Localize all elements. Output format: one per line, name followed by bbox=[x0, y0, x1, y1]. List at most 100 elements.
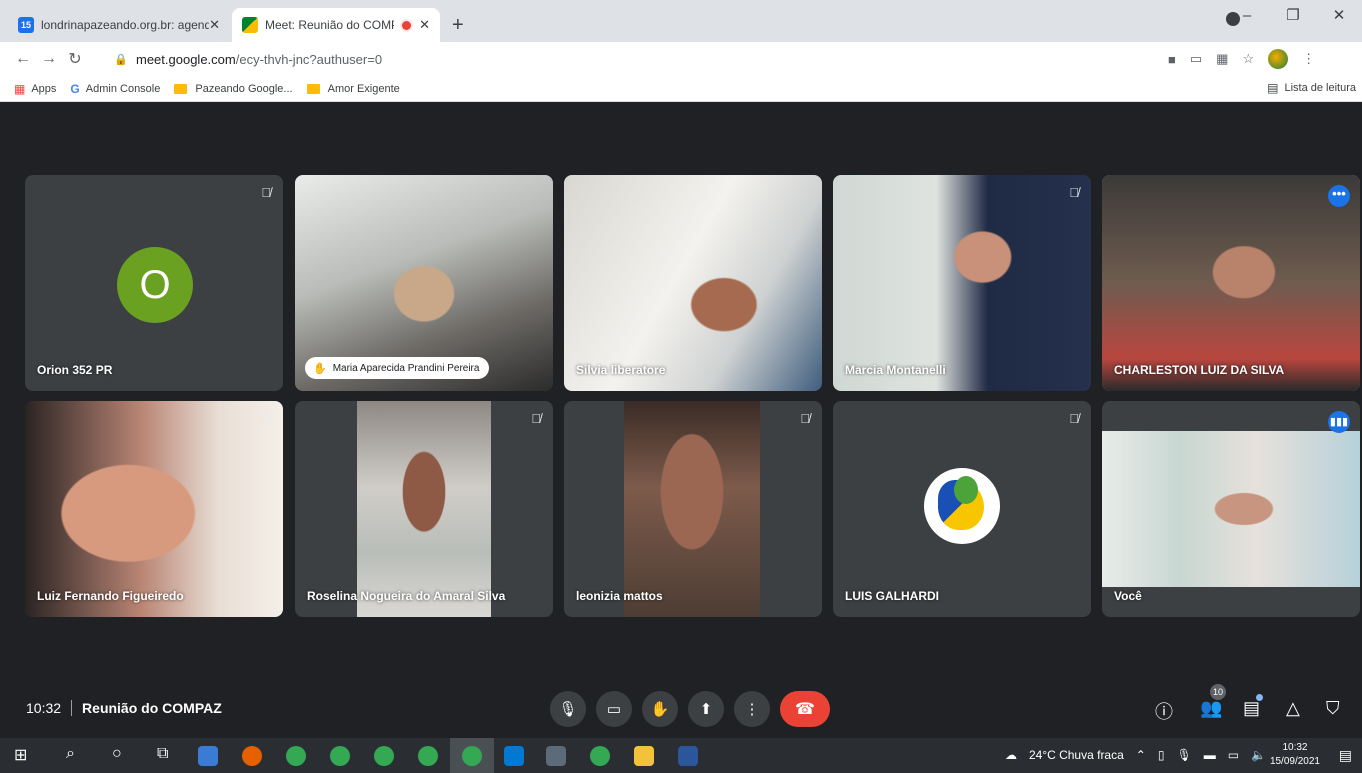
forward-icon[interactable]: → bbox=[36, 50, 62, 68]
raise-hand-button[interactable]: ✋ bbox=[642, 691, 678, 727]
windows-start-icon[interactable]: ⊞ bbox=[14, 745, 27, 765]
recording-icon bbox=[402, 20, 412, 30]
participant-video bbox=[833, 175, 1091, 391]
camera-button[interactable]: ▭ bbox=[596, 691, 632, 727]
close-window-button[interactable]: ✕ bbox=[1316, 6, 1362, 24]
chrome-icon[interactable] bbox=[330, 746, 350, 766]
leave-call-button[interactable]: ☎ bbox=[780, 691, 830, 727]
microphone-tray-icon[interactable]: 🎙 bbox=[1176, 748, 1191, 762]
participant-tile[interactable]: ✋ Maria Aparecida Prandini Pereira bbox=[295, 175, 553, 391]
weather-icon[interactable]: ☁ bbox=[1005, 748, 1017, 762]
bookmark-folder-pazeando[interactable]: Pazeando Google... bbox=[174, 83, 293, 95]
url-host: meet.google.com bbox=[136, 51, 236, 67]
mail-icon[interactable] bbox=[504, 746, 524, 766]
meeting-details: 10:32 Reunião do COMPAZ bbox=[26, 700, 222, 716]
chrome-icon[interactable] bbox=[590, 746, 610, 766]
reload-icon[interactable]: ↻ bbox=[62, 49, 88, 69]
chrome-icon[interactable] bbox=[418, 746, 438, 766]
search-icon[interactable]: ⌕ bbox=[66, 745, 75, 763]
participant-tile[interactable]: 🎙̸ Luiz Fernando Figueiredo bbox=[25, 401, 283, 617]
qr-code-icon[interactable]: ▦ bbox=[1216, 51, 1228, 67]
chrome-icon[interactable] bbox=[462, 746, 482, 766]
present-button[interactable]: ⬆ bbox=[688, 691, 724, 727]
participant-video bbox=[25, 401, 283, 617]
bookmark-admin-console[interactable]: G Admin Console bbox=[70, 82, 160, 96]
mic-muted-icon: 🎙̸ bbox=[531, 411, 541, 426]
display-icon[interactable]: ▭ bbox=[1228, 748, 1239, 762]
mic-muted-icon: 🎙̸ bbox=[261, 411, 271, 426]
notifications-icon[interactable]: ▤ bbox=[1339, 747, 1352, 764]
clock[interactable]: 10:32 15/09/2021 bbox=[1270, 741, 1320, 769]
participant-name: Orion 352 PR bbox=[37, 363, 113, 377]
bookmark-folder-amor-exigente[interactable]: Amor Exigente bbox=[306, 83, 400, 95]
more-options-icon[interactable]: ••• bbox=[1328, 185, 1350, 207]
microphone-button[interactable]: 🎙 bbox=[550, 691, 586, 727]
more-options-button[interactable]: ⋮ bbox=[734, 691, 770, 727]
participant-tile[interactable]: 🎙̸ leonizia mattos bbox=[564, 401, 822, 617]
meeting-title: Reunião do COMPAZ bbox=[82, 700, 222, 716]
taskbar-date: 15/09/2021 bbox=[1269, 756, 1320, 767]
participant-tile[interactable]: ••• CHARLESTON LUIZ DA SILVA bbox=[1102, 175, 1360, 391]
address-bar[interactable]: 🔒 meet.google.com/ecy-thvh-jnc?authuser=… bbox=[100, 47, 1162, 71]
bookmark-apps[interactable]: ▦ Apps bbox=[14, 82, 56, 96]
close-tab-icon[interactable]: ✕ bbox=[209, 17, 220, 33]
chrome-icon[interactable] bbox=[286, 746, 306, 766]
reading-list-icon: ▤ bbox=[1267, 81, 1279, 95]
participant-name: Luiz Fernando Figueiredo bbox=[37, 589, 184, 603]
tab-meet[interactable]: Meet: Reunião do COMPAZ ✕ bbox=[232, 8, 440, 42]
participant-tile[interactable]: ▮▮▮ Você bbox=[1102, 401, 1360, 617]
google-g-icon: G bbox=[70, 81, 80, 96]
chrome-icon[interactable] bbox=[374, 746, 394, 766]
participant-count-badge: 10 bbox=[1210, 684, 1226, 700]
network-icon[interactable]: ▬ bbox=[1204, 748, 1216, 762]
file-explorer-icon[interactable] bbox=[634, 746, 654, 766]
participant-name: Você bbox=[1114, 589, 1142, 603]
participant-tile[interactable]: O 🎙̸ Orion 352 PR bbox=[25, 175, 283, 391]
participant-tile[interactable]: 🎙̸ Marcia Montanelli bbox=[833, 175, 1091, 391]
hand-raised-icon: ✋ bbox=[313, 362, 327, 375]
weather-text[interactable]: 24°C Chuva fraca bbox=[1029, 748, 1124, 762]
more-vert-icon: ⋮ bbox=[744, 701, 760, 718]
store-icon[interactable] bbox=[198, 746, 218, 766]
participant-name: leonizia mattos bbox=[576, 589, 663, 603]
task-view-icon[interactable]: ⧉ bbox=[157, 745, 168, 763]
close-tab-icon[interactable]: ✕ bbox=[419, 17, 430, 33]
battery-icon[interactable]: ▯ bbox=[1158, 748, 1165, 762]
camera-in-use-icon[interactable]: ■ bbox=[1168, 52, 1176, 67]
reading-list-button[interactable]: ▤ Lista de leitura bbox=[1267, 81, 1356, 95]
profile-avatar[interactable] bbox=[1268, 49, 1289, 69]
participant-tile[interactable]: 🎙̸ LUIS GALHARDI bbox=[833, 401, 1091, 617]
tab-agenda[interactable]: 15 londrinapazeando.org.br: agenda ✕ bbox=[8, 8, 230, 42]
participant-video bbox=[357, 401, 491, 617]
cortana-icon[interactable]: ○ bbox=[112, 745, 122, 763]
nav-buttons: ← → ↻ bbox=[0, 49, 88, 69]
participant-tile[interactable]: Silvia liberatore bbox=[564, 175, 822, 391]
word-icon[interactable] bbox=[678, 746, 698, 766]
lock-icon[interactable]: 🔒 bbox=[114, 53, 128, 66]
minimize-button[interactable]: – bbox=[1224, 7, 1270, 24]
restore-button[interactable]: ❐ bbox=[1270, 6, 1316, 24]
browser-toolbar: ← → ↻ 🔒 meet.google.com/ecy-thvh-jnc?aut… bbox=[0, 42, 1362, 76]
back-icon[interactable]: ← bbox=[10, 50, 36, 68]
participant-video bbox=[624, 401, 760, 617]
firefox-icon[interactable] bbox=[242, 746, 262, 766]
chrome-menu-icon[interactable]: ⋮ bbox=[1302, 51, 1315, 67]
activities-icon[interactable]: △ bbox=[1286, 698, 1300, 719]
meeting-info-icon[interactable]: ⓘ bbox=[1155, 698, 1173, 724]
new-tab-button[interactable]: + bbox=[452, 14, 464, 37]
cast-icon[interactable]: ▭ bbox=[1190, 51, 1202, 67]
host-controls-icon[interactable]: ⛉ bbox=[1326, 698, 1340, 719]
people-icon[interactable]: 👥 bbox=[1200, 698, 1222, 719]
calculator-icon[interactable] bbox=[546, 746, 566, 766]
volume-icon[interactable]: 🔈 bbox=[1251, 748, 1266, 762]
url-path: /ecy-thvh-jnc?authuser=0 bbox=[235, 51, 383, 67]
meet-icon bbox=[242, 17, 258, 33]
show-hidden-icons-icon[interactable]: ⌃ bbox=[1136, 748, 1146, 762]
chat-icon[interactable]: ▤ bbox=[1243, 698, 1260, 719]
participant-tile[interactable]: 🎙̸ Roselina Nogueira do Amaral Silva bbox=[295, 401, 553, 617]
hang-up-icon: ☎ bbox=[795, 701, 815, 718]
participant-name: LUIS GALHARDI bbox=[845, 589, 939, 603]
bookmark-star-icon[interactable]: ☆ bbox=[1242, 51, 1254, 67]
chat-notification-dot bbox=[1256, 694, 1263, 701]
bookmark-label: Apps bbox=[31, 82, 57, 95]
